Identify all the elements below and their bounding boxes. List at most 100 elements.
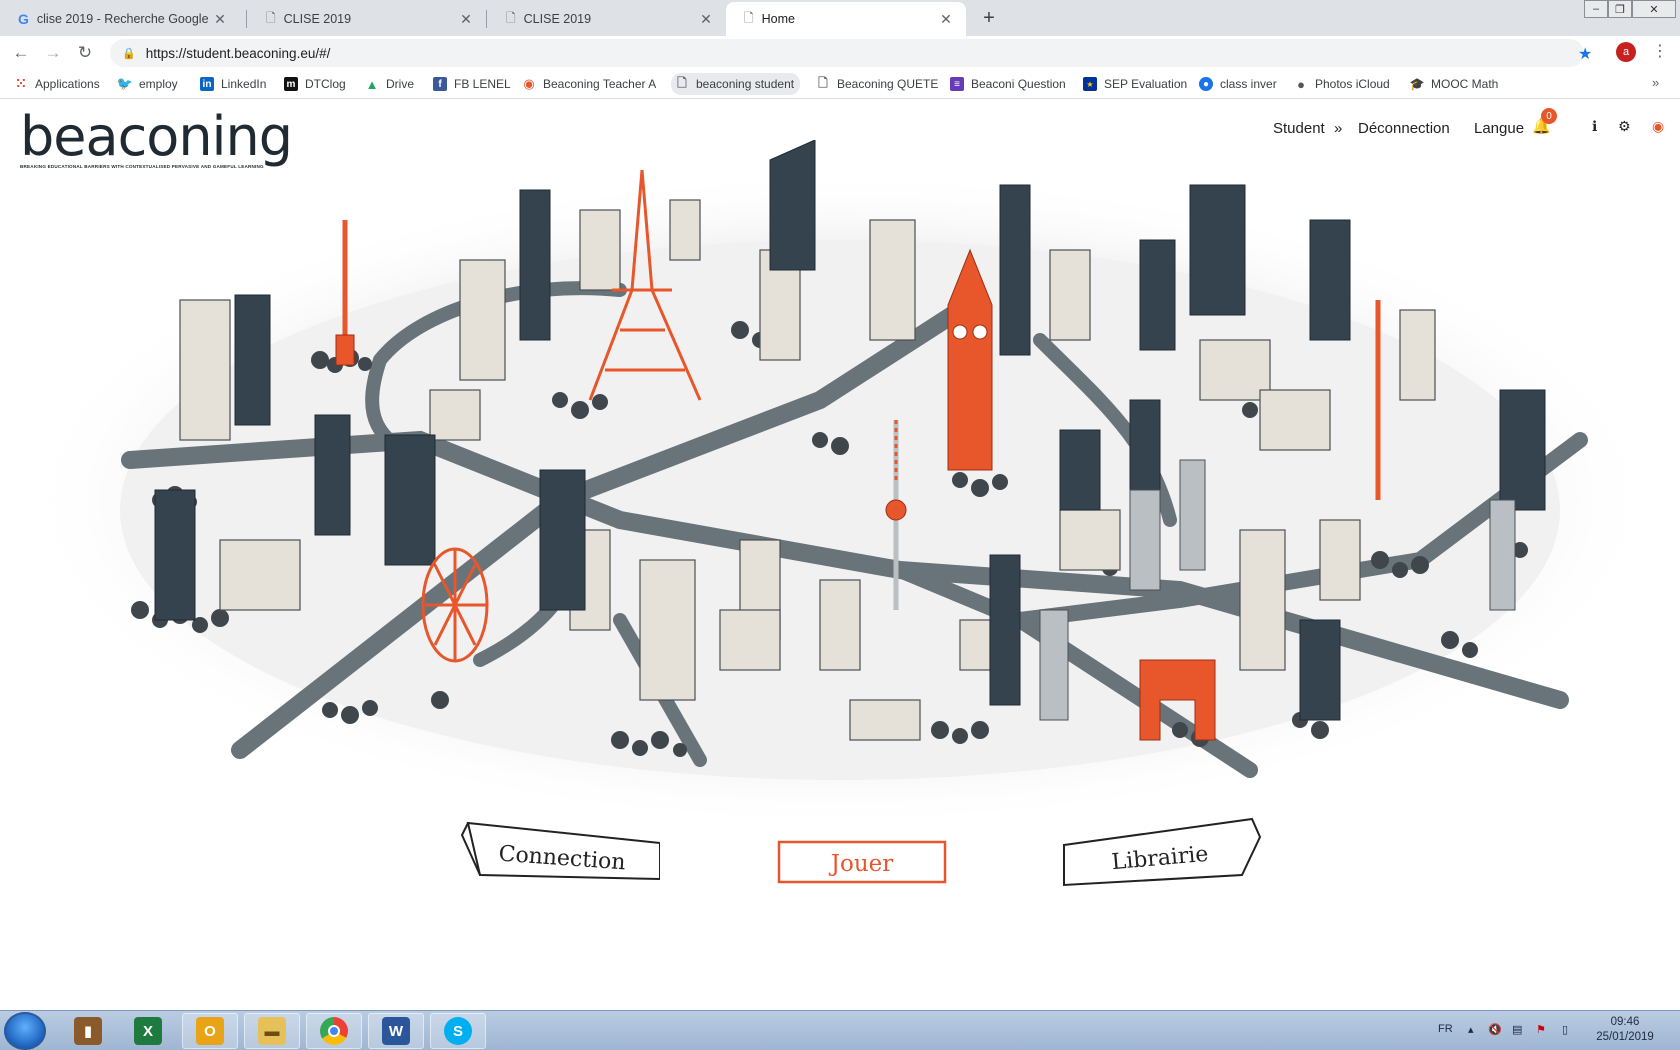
- excel-icon: X: [134, 1017, 162, 1045]
- m-logo-icon: m: [284, 77, 298, 91]
- input-language-indicator[interactable]: FR: [1438, 1023, 1453, 1035]
- play-button[interactable]: Jouer: [777, 840, 947, 886]
- skype-icon: S: [444, 1017, 472, 1045]
- bookmark-beaconing-teacher[interactable]: ◉ Beaconing Teacher A: [522, 73, 656, 95]
- google-g-icon: G: [18, 11, 29, 27]
- bookmark-dtclog[interactable]: m DTClog: [284, 73, 346, 95]
- browser-tab[interactable]: G clise 2019 - Recherche Google ✕: [0, 2, 240, 36]
- bookmarks-overflow-icon[interactable]: »: [1652, 75, 1659, 90]
- page-icon: 🗋: [506, 10, 516, 25]
- apps-grid-icon: ⁙: [15, 76, 27, 91]
- bookmark-label: FB LENEL: [454, 77, 511, 91]
- library-books-icon: ▮: [74, 1017, 102, 1045]
- browser-tab-active[interactable]: 🗋 Home ✕: [726, 2, 966, 36]
- clock-date: 25/01/2019: [1596, 1031, 1654, 1043]
- new-tab-button[interactable]: +: [977, 6, 1001, 30]
- browser-tab[interactable]: 🗋 CLISE 2019 ✕: [488, 2, 726, 36]
- restore-button[interactable]: ❐: [1608, 0, 1632, 18]
- bookmark-employ[interactable]: 🐦 employ: [116, 73, 178, 95]
- beaconing-home-page: beaconing BREAKING EDUCATIONAL BARRIERS …: [0, 100, 1680, 1010]
- bookmark-label: Photos iCloud: [1315, 77, 1390, 91]
- bookmark-label: class inver: [1220, 77, 1277, 91]
- browser-toolbar: ← → ↻ 🔒 https://student.beaconing.eu/#/ …: [0, 36, 1680, 69]
- tray-expand-icon[interactable]: ▴: [1468, 1023, 1474, 1036]
- google-drive-icon: ▲: [365, 76, 379, 92]
- nav-student[interactable]: Student: [1273, 118, 1325, 138]
- twitter-icon: 🐦: [116, 76, 134, 91]
- start-button[interactable]: [4, 1012, 46, 1050]
- profile-avatar[interactable]: a: [1616, 42, 1636, 62]
- info-icon[interactable]: ℹ: [1592, 118, 1597, 135]
- eu-flag-icon: ★: [1083, 77, 1097, 91]
- system-clock[interactable]: 09:46 25/01/2019: [1590, 1015, 1660, 1045]
- close-icon[interactable]: ✕: [698, 11, 714, 27]
- bookmark-applications[interactable]: ⁙ Applications: [14, 73, 100, 95]
- taskbar-excel[interactable]: X: [120, 1013, 176, 1049]
- page-icon: 🗋: [744, 10, 754, 25]
- bookmark-sep-evaluation[interactable]: ★ SEP Evaluation: [1083, 73, 1187, 95]
- battery-icon[interactable]: ▯: [1562, 1023, 1568, 1036]
- bookmark-photos-icloud[interactable]: ● Photos iCloud: [1294, 73, 1390, 95]
- bookmark-linkedin[interactable]: in LinkedIn: [200, 73, 266, 95]
- action-center-icon[interactable]: ⚑: [1536, 1023, 1546, 1036]
- browser-tab[interactable]: 🗋 CLISE 2019 ✕: [248, 2, 486, 36]
- bookmark-fb-lenel[interactable]: f FB LENEL: [433, 73, 511, 95]
- nav-breadcrumb-separator: »: [1334, 119, 1343, 137]
- back-button[interactable]: ←: [10, 42, 32, 64]
- facebook-icon: f: [433, 77, 447, 91]
- page-icon: 🗋: [818, 75, 828, 90]
- beacon-user-icon[interactable]: ◉: [1652, 118, 1664, 135]
- notification-badge: 0: [1541, 108, 1557, 124]
- play-label: Jouer: [829, 851, 894, 877]
- clock-time: 09:46: [1610, 1016, 1640, 1028]
- nav-language[interactable]: Langue: [1474, 118, 1524, 138]
- minimize-button[interactable]: –: [1584, 0, 1608, 18]
- bookmark-beaconi-question[interactable]: ≡ Beaconi Question: [950, 73, 1066, 95]
- connection-button[interactable]: Connection: [460, 815, 660, 885]
- url-text: https://student.beaconing.eu/#/: [145, 45, 331, 61]
- taskbar-skype[interactable]: S: [430, 1013, 486, 1049]
- apple-icon: ●: [1297, 76, 1305, 92]
- taskbar-library-app[interactable]: ▮: [60, 1013, 116, 1049]
- bookmark-drive[interactable]: ▲ Drive: [365, 73, 414, 95]
- page-icon: 🗋: [677, 75, 687, 90]
- tab-title: clise 2019 - Recherche Google: [36, 12, 209, 26]
- tab-title: CLISE 2019: [523, 12, 592, 26]
- forward-button[interactable]: →: [42, 42, 64, 64]
- bookmark-label: employ: [139, 77, 178, 91]
- taskbar-file-explorer[interactable]: ▬: [244, 1013, 300, 1049]
- bookmark-label: Beaconing QUETE: [837, 77, 939, 91]
- beacon-icon: ◉: [523, 76, 535, 91]
- gear-icon[interactable]: ⚙: [1618, 118, 1631, 135]
- network-icon[interactable]: ▤: [1512, 1023, 1522, 1036]
- volume-muted-icon[interactable]: 🔇: [1488, 1023, 1502, 1036]
- reload-button[interactable]: ↻: [74, 42, 96, 64]
- bookmark-label: beaconing student: [696, 77, 795, 91]
- taskbar-outlook[interactable]: O: [182, 1013, 238, 1049]
- bookmark-label: LinkedIn: [221, 77, 267, 91]
- bookmark-mooc-math[interactable]: 🎓 MOOC Math: [1409, 73, 1499, 95]
- bookmark-beaconing-student[interactable]: 🗋 beaconing student: [671, 73, 801, 95]
- bookmark-label: MOOC Math: [1431, 77, 1499, 91]
- windows-taskbar: ▮ X O ▬ W S FR ▴ 🔇 ▤ ⚑ ▯ 09:46 25/01/201…: [0, 1010, 1680, 1050]
- menu-kebab-icon[interactable]: ⋮: [1652, 41, 1668, 61]
- close-icon[interactable]: ✕: [938, 11, 954, 27]
- nav-logout[interactable]: Déconnection: [1358, 118, 1450, 138]
- tab-title: Home: [761, 12, 795, 26]
- bookmark-beaconing-quete[interactable]: 🗋 Beaconing QUETE: [816, 73, 938, 95]
- mortarboard-icon: 🎓: [1409, 77, 1425, 91]
- outlook-icon: O: [196, 1017, 224, 1045]
- library-button[interactable]: Librairie: [1062, 813, 1262, 888]
- bookmark-class-inver[interactable]: ● class inver: [1199, 73, 1277, 95]
- close-window-button[interactable]: ✕: [1632, 0, 1676, 18]
- form-icon: ≡: [950, 77, 964, 91]
- bookmark-label: SEP Evaluation: [1104, 77, 1188, 91]
- close-icon[interactable]: ✕: [458, 11, 474, 27]
- close-icon[interactable]: ✕: [212, 11, 228, 27]
- bookmark-label: DTClog: [305, 77, 346, 91]
- taskbar-word[interactable]: W: [368, 1013, 424, 1049]
- bookmark-star-icon[interactable]: ★: [1578, 44, 1592, 64]
- taskbar-chrome[interactable]: [306, 1013, 362, 1049]
- address-bar[interactable]: 🔒 https://student.beaconing.eu/#/: [110, 39, 1584, 67]
- linkedin-icon: in: [200, 77, 214, 91]
